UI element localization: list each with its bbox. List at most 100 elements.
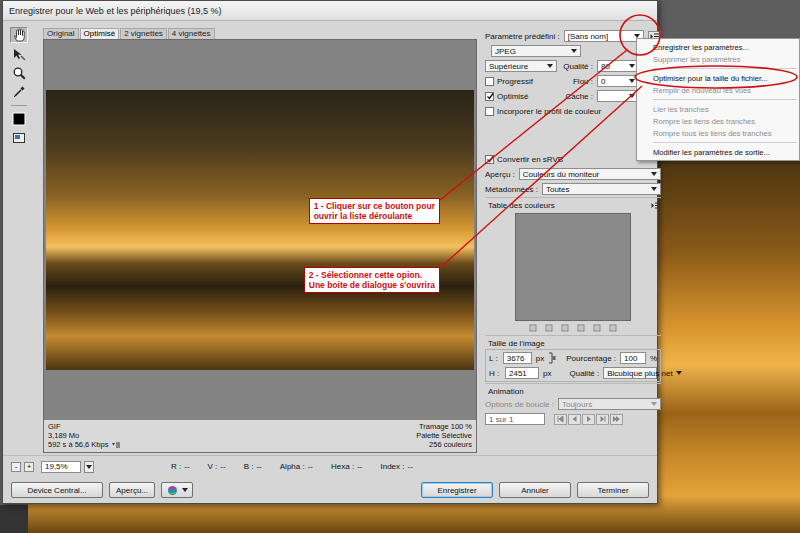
browser-preview-button[interactable] (161, 482, 193, 498)
width-field[interactable]: 3676 (503, 352, 532, 364)
color-table-tools (485, 322, 661, 334)
blur-label: Flou : (561, 77, 593, 86)
title-bar: Enregistrer pour le Web et les périphéri… (3, 1, 657, 21)
preview-dropdown[interactable]: Couleurs du moniteur (519, 168, 661, 180)
checkbox[interactable] (485, 77, 494, 86)
view-tab[interactable]: 4 vignettes (168, 28, 215, 39)
metadata-dropdown-value: Toutes (546, 185, 648, 194)
menu-item[interactable]: Enregistrer les paramètres... (637, 41, 799, 53)
checkbox[interactable] (485, 107, 494, 116)
checkbox[interactable] (485, 155, 494, 164)
annotation-text: Une boite de dialogue s'ouvrira (309, 280, 435, 290)
button-row: Device Central... Aperçu... Enregistrer Ann… (3, 477, 657, 503)
frame-field[interactable]: 1 sur 1 (485, 413, 545, 425)
view-tab[interactable]: Original (43, 28, 79, 39)
view-tab[interactable]: 2 vignettes (120, 28, 167, 39)
color-table-header: Table des couleurs (485, 200, 661, 210)
new-color-icon[interactable] (577, 324, 585, 332)
tool-button[interactable] (10, 46, 28, 62)
image-size-box: L :3676pxPourcentage :100%H :2451pxQuali… (485, 349, 661, 382)
image-size-title: Taille de l'image (488, 339, 545, 348)
progressive-checkbox[interactable]: Progressif (485, 77, 557, 86)
dropdown-arrow-icon (571, 49, 577, 53)
readout-value: -- (407, 462, 412, 471)
info-text: 592 s à 56,6 Kbps (48, 440, 108, 449)
menu-separator (653, 99, 797, 100)
checkbox[interactable] (485, 92, 494, 101)
map-color-icon[interactable] (529, 324, 537, 332)
device-central-button[interactable]: Device Central... (11, 482, 103, 498)
width-unit: px (536, 354, 544, 363)
tool-button[interactable] (10, 84, 28, 100)
tool-button[interactable] (10, 65, 28, 81)
add-color-icon[interactable] (593, 324, 601, 332)
status-bar: -+19,5%R :--V :--B :--Alpha :--Hexa :--I… (3, 455, 657, 477)
quality-field[interactable]: 80 (597, 60, 639, 72)
readout-value: -- (256, 462, 261, 471)
toggle-slices[interactable] (10, 130, 28, 146)
menu-item[interactable]: Modifier les paramètres de sortie... (637, 146, 799, 158)
matte-label: Cache : (561, 92, 593, 101)
loop-row: Options de boucle :Toujours (485, 397, 661, 411)
left-buttons: Device Central... Aperçu... (11, 482, 193, 498)
readout-value: -- (184, 462, 189, 471)
view-tab[interactable]: Optimisé (80, 28, 120, 39)
separator (11, 105, 27, 106)
menu-entry: Supprimer les paramètres (637, 53, 799, 65)
view-tab-label: 2 vignettes (124, 29, 163, 38)
embed-profile-checkbox[interactable]: Incorporer le profil de couleur (485, 107, 601, 116)
blur-value: 0 (601, 77, 605, 86)
width-field-value: 3676 (507, 354, 525, 363)
percent-field[interactable]: 100 (620, 352, 646, 364)
download-menu-icon[interactable] (111, 441, 121, 449)
animation-button[interactable] (596, 414, 609, 425)
tool-button[interactable] (10, 27, 28, 43)
matte-field[interactable] (597, 90, 639, 102)
srgb-checkbox[interactable]: Convertir en sRVB (485, 155, 563, 164)
loop-dropdown[interactable]: Toujours (558, 398, 661, 410)
menu-separator (653, 68, 797, 69)
preview-button[interactable]: Aperçu... (109, 482, 155, 498)
animation-button[interactable] (554, 414, 567, 425)
color-swatch-icon (12, 112, 26, 126)
optimized-checkbox[interactable]: Optimisé (485, 92, 557, 101)
preset-dropdown[interactable]: [Sans nom] (564, 30, 644, 42)
terminer-button[interactable]: Terminer (577, 482, 649, 498)
blur-field[interactable]: 0 (597, 75, 639, 87)
dropdown-arrow-icon (182, 488, 188, 492)
annuler-button[interactable]: Annuler (499, 482, 571, 498)
menu-item[interactable]: Optimiser pour la taille du fichier... (637, 72, 799, 84)
animation-button[interactable] (582, 414, 595, 425)
embed-profile-checkbox-label: Incorporer le profil de couleur (497, 107, 601, 116)
web-shift-icon[interactable] (561, 324, 569, 332)
workspace-background (0, 505, 28, 533)
slice-icon (12, 47, 26, 61)
height-unit: px (543, 369, 551, 378)
height-field[interactable]: 2451 (505, 367, 539, 379)
lock-color-icon[interactable] (545, 324, 553, 332)
zoom-in-button[interactable]: + (24, 462, 34, 472)
resample-dropdown[interactable]: Bicubique plus net (603, 367, 657, 379)
button-label: Aperçu... (116, 486, 148, 495)
menu-item-label: Rompre tous les liens des tranches (653, 129, 772, 138)
embed-profile-row: Incorporer le profil de couleur (485, 104, 661, 118)
menu-item-label: Rompre les liens des tranches (653, 117, 755, 126)
frame-row: 1 sur 1 (485, 412, 661, 426)
menu-entry: Remplir de nouveau les vues (637, 84, 799, 96)
animation-button[interactable] (568, 414, 581, 425)
preview-label: Aperçu : (485, 170, 515, 179)
resample-label: Qualité : (569, 369, 599, 378)
animation-button[interactable] (610, 414, 623, 425)
zoom-dropdown-button[interactable] (84, 461, 94, 473)
right-buttons: Enregistrer Annuler Terminer (421, 482, 649, 498)
format-dropdown[interactable]: JPEG (491, 45, 581, 57)
metadata-dropdown[interactable]: Toutes (542, 183, 661, 195)
previous-frame-icon (570, 415, 579, 423)
delete-color-icon[interactable] (609, 324, 617, 332)
color-swatch[interactable] (10, 111, 28, 127)
color-table-menu-icon[interactable] (651, 202, 661, 209)
zoom-out-button[interactable]: - (11, 462, 21, 472)
compression-dropdown[interactable]: Supérieure (485, 60, 557, 72)
zoom-field[interactable]: 19,5% (41, 461, 81, 473)
enregistrer-button[interactable]: Enregistrer (421, 482, 493, 498)
